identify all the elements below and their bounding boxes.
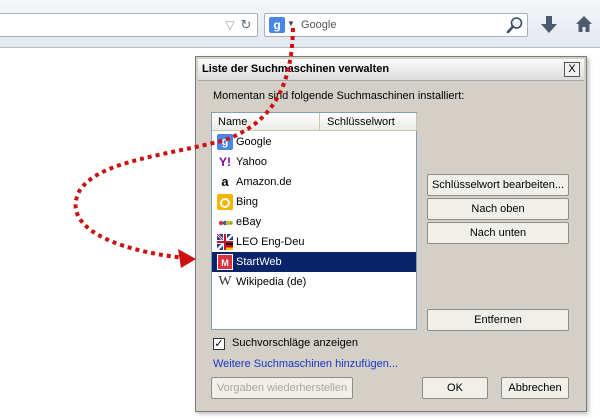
- url-dropdown-icon[interactable]: ▽: [223, 18, 237, 32]
- search-bar[interactable]: g ▼ Google: [264, 13, 528, 37]
- browser-toolbar: ▽ ↻ g ▼ Google: [0, 0, 600, 48]
- bing-icon: [217, 194, 233, 210]
- dialog-title: Liste der Suchmaschinen verwalten: [202, 63, 390, 75]
- wikipedia-icon: W: [218, 274, 232, 289]
- engine-name: Amazon.de: [236, 176, 292, 188]
- engine-name: StartWeb: [236, 256, 282, 268]
- list-item-wikipedia[interactable]: W Wikipedia (de): [212, 272, 416, 292]
- list-header: Name Schlüsselwort: [212, 113, 417, 131]
- engine-name: Wikipedia (de): [236, 276, 307, 288]
- yahoo-icon: Y!: [219, 155, 231, 169]
- list-item-leo[interactable]: LEO Eng-Deu: [212, 232, 416, 252]
- edit-keyword-button[interactable]: Schlüsselwort bearbeiten...: [427, 174, 569, 196]
- chevron-down-icon: ▼: [287, 19, 295, 28]
- cancel-button[interactable]: Abbrechen: [501, 377, 569, 399]
- dialog-titlebar: Liste der Suchmaschinen verwalten X: [198, 59, 584, 81]
- reload-icon[interactable]: ↻: [239, 18, 253, 32]
- column-header-keyword[interactable]: Schlüsselwort: [321, 113, 417, 131]
- manage-search-engines-dialog: Liste der Suchmaschinen verwalten X Mome…: [195, 56, 587, 412]
- google-icon: g: [217, 134, 233, 150]
- ok-button[interactable]: OK: [422, 377, 488, 399]
- google-icon: g: [269, 17, 285, 33]
- list-item-ebay[interactable]: eBay: [212, 212, 416, 232]
- search-icon[interactable]: [506, 16, 524, 34]
- leo-icon: [216, 233, 234, 251]
- engine-name: Google: [236, 136, 272, 148]
- more-engines-link[interactable]: Weitere Suchmaschinen hinzufügen...: [213, 358, 398, 370]
- restore-defaults-button[interactable]: Vorgaben wiederherstellen: [211, 377, 353, 399]
- remove-button[interactable]: Entfernen: [427, 309, 569, 331]
- column-header-name[interactable]: Name: [212, 113, 320, 131]
- search-input[interactable]: Google: [301, 19, 336, 31]
- engine-name: Bing: [236, 196, 259, 208]
- amazon-icon: a: [221, 174, 229, 189]
- suggestions-checkbox[interactable]: ✓: [213, 338, 225, 350]
- list-item-yahoo[interactable]: Y! Yahoo: [212, 152, 416, 172]
- url-bar[interactable]: ▽ ↻: [0, 13, 258, 37]
- intro-text: Momentan sind folgende Suchmaschinen ins…: [213, 90, 465, 102]
- engine-name: eBay: [236, 216, 262, 228]
- ebay-icon: [217, 214, 233, 230]
- search-engine-selector[interactable]: g ▼: [267, 16, 297, 34]
- engine-name: LEO Eng-Deu: [236, 236, 305, 248]
- move-up-button[interactable]: Nach oben: [427, 198, 569, 220]
- download-icon[interactable]: [540, 15, 558, 35]
- list-item-bing[interactable]: Bing: [212, 192, 416, 212]
- home-icon[interactable]: [575, 15, 593, 33]
- move-down-button[interactable]: Nach unten: [427, 222, 569, 244]
- list-item-google[interactable]: g Google: [212, 132, 416, 152]
- search-engine-list[interactable]: Name Schlüsselwort g Google Y! Yahoo a A…: [211, 112, 417, 330]
- list-item-amazon[interactable]: a Amazon.de: [212, 172, 416, 192]
- startweb-icon: M: [217, 254, 233, 270]
- engine-name: Yahoo: [236, 156, 267, 168]
- close-button[interactable]: X: [564, 62, 580, 77]
- list-item-startweb[interactable]: M StartWeb: [212, 252, 416, 272]
- suggestions-checkbox-label[interactable]: Suchvorschläge anzeigen: [232, 337, 358, 349]
